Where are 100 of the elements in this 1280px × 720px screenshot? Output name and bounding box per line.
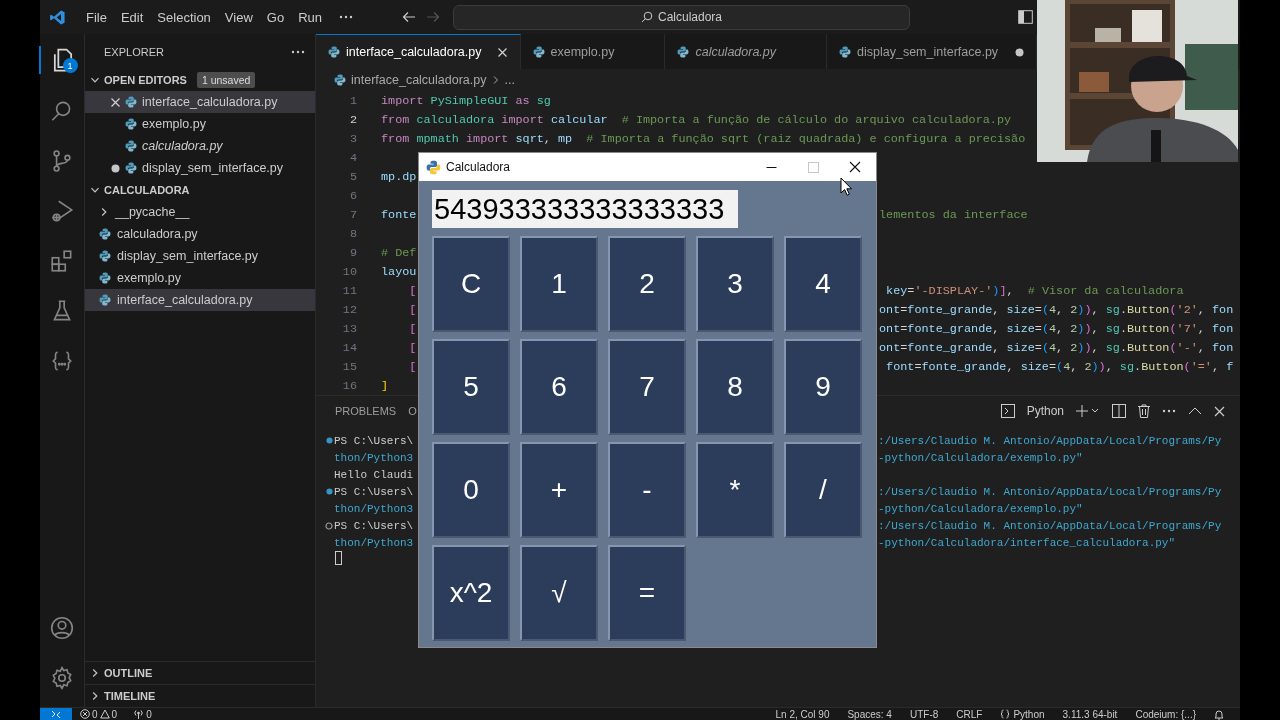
code-line: layou (381, 264, 417, 279)
keypad-button[interactable]: 2 (608, 236, 686, 332)
keypad-button[interactable]: / (784, 442, 862, 538)
section-header[interactable]: OPEN EDITORS (104, 74, 187, 86)
keypad-button[interactable]: 0 (432, 442, 510, 538)
code-line: ] (381, 378, 389, 393)
keypad-button[interactable]: 6 (520, 339, 598, 435)
sidebar-title: EXPLORER (104, 45, 164, 58)
line-number: 4 (348, 150, 357, 165)
menu-item[interactable]: Edit (113, 9, 151, 25)
keypad-button[interactable]: x^2 (432, 545, 510, 641)
status-item[interactable]: Codeium: {...} (1135, 708, 1196, 720)
code-line: font=fonte_grande, size=(4, 2)), sg.Button('=', f (885, 359, 1234, 374)
code-line: from mpmath import sqrt, mp # Importa a função sqrt (raiz quadrada) e configura a precisão (381, 131, 1026, 146)
code-line: # Def (381, 245, 417, 260)
file-tree-item[interactable]: __pycache__ (85, 201, 315, 223)
code-line: ont=fonte_grande, size=(4, 2)), sg.Button('-', fon (879, 340, 1234, 355)
line-number: 10 (341, 264, 357, 279)
keypad-button[interactable]: = (608, 545, 686, 641)
file-tree-item[interactable]: exemplo.py (85, 267, 315, 289)
line-number: 11 (341, 283, 357, 298)
line-number: 12 (341, 302, 357, 317)
line-number: 5 (348, 169, 357, 184)
code-line: fonte (381, 207, 417, 222)
keypad-button[interactable]: 9 (784, 339, 862, 435)
file-tree-item[interactable]: calculadora.py (85, 223, 315, 245)
status-item[interactable]: Python (1013, 708, 1045, 720)
code-line: mp.dp (381, 169, 417, 184)
terminal-name[interactable]: Python (1026, 404, 1064, 418)
terminal-line: :/Users/Claudio M. Antonio/AppData/Local/Programs/Py (878, 485, 1222, 498)
ports-count[interactable]: 0 (146, 708, 152, 720)
file-tree-item[interactable]: interface_calculadora.py (85, 289, 315, 311)
keypad-button[interactable]: + (520, 442, 598, 538)
open-editor-item[interactable]: calculadora.py (85, 135, 315, 157)
keypad-button[interactable]: 1 (520, 236, 598, 332)
menu-item[interactable]: File (79, 9, 114, 25)
line-number: 3 (348, 131, 357, 146)
keypad-button[interactable]: * (696, 442, 774, 538)
keypad-button[interactable]: - (608, 442, 686, 538)
status-item[interactable]: Ln 2, Col 90 (775, 708, 830, 720)
unsaved-badge: 1 unsaved (196, 72, 256, 88)
terminal-line: :/Users/Claudio M. Antonio/AppData/Local/Programs/Py (878, 519, 1222, 532)
code-line: key='-DISPLAY-')], # Visor da calculadora (885, 283, 1184, 298)
open-editor-item[interactable]: exemplo.py (85, 113, 315, 135)
breadcrumb-item[interactable]: ... (504, 73, 515, 87)
line-number: 8 (348, 226, 357, 241)
status-item[interactable]: 3.11.3 64-bit (1062, 708, 1118, 720)
keypad-button[interactable]: 4 (784, 236, 862, 332)
line-number: 13 (341, 321, 357, 336)
breadcrumb-item[interactable]: interface_calculadora.py (351, 73, 487, 87)
code-line: [ (408, 283, 417, 298)
terminal-line: :/Users/Claudio M. Antonio/AppData/Local/Programs/Py (878, 434, 1222, 447)
line-number: 9 (348, 245, 357, 260)
section-header[interactable]: TIMELINE (104, 690, 156, 702)
menu-item[interactable]: Selection (150, 9, 218, 25)
terminal-line: -python/Calculadora/interface_calculadora.py" (878, 536, 1176, 549)
section-header[interactable]: CALCULADORA (104, 184, 190, 196)
keypad-button[interactable]: 8 (696, 339, 774, 435)
code-line: [ (408, 321, 417, 336)
line-number: 16 (341, 378, 357, 393)
terminal-line: thon/Python3 (334, 536, 414, 549)
status-item[interactable]: Spaces: 4 (847, 708, 892, 720)
keypad-button[interactable]: 3 (696, 236, 774, 332)
line-number: 14 (341, 340, 357, 355)
file-tree-item[interactable]: display_sem_interface.py (85, 245, 315, 267)
panel-tab[interactable]: PROBLEMS (335, 404, 397, 418)
code-line: [ (408, 302, 417, 317)
keypad-button[interactable]: 7 (608, 339, 686, 435)
status-item[interactable]: UTF-8 (909, 708, 939, 720)
panel-tab[interactable]: O (408, 404, 417, 418)
open-editor-item[interactable]: interface_calculadora.py (85, 91, 315, 113)
menu-item[interactable]: View (217, 9, 260, 25)
keypad-button[interactable]: 5 (432, 339, 510, 435)
line-number: 1 (348, 93, 357, 108)
menu-item[interactable]: Run (291, 9, 329, 25)
code-line: from calculadora import calcular # Importa a função de cálculo do arquivo calculadora.py (381, 112, 1012, 127)
keypad-button[interactable]: C (432, 236, 510, 332)
terminal-line: Hello Claudi (334, 468, 414, 481)
line-number: 7 (348, 207, 357, 222)
line-number: 6 (348, 188, 357, 203)
status-item[interactable]: CRLF (956, 708, 983, 720)
code-line: lementos da interface (879, 207, 1028, 222)
notification-badge: 1 (62, 58, 78, 73)
keypad-button[interactable]: √ (520, 545, 598, 641)
code-line: [ (408, 359, 417, 374)
error-count[interactable]: 0 (92, 708, 98, 720)
terminal-line: -python/Calculadora/exemplo.py" (878, 502, 1083, 515)
code-line: ont=fonte_grande, size=(4, 2)), sg.Button('7', fon (879, 321, 1234, 336)
code-line: ont=fonte_grande, size=(4, 2)), sg.Button('2', fon (879, 302, 1234, 317)
open-editor-item[interactable]: display_sem_interface.py (85, 157, 315, 179)
editor-tab[interactable]: interface_calculadora.py (316, 34, 521, 69)
terminal-line: -python/Calculadora/exemplo.py" (878, 451, 1083, 464)
terminal-line: thon/Python3 (334, 451, 414, 464)
display-field[interactable]: 543933333333333333 (432, 190, 738, 228)
warning-count[interactable]: 0 (111, 708, 118, 720)
code-line: [ (408, 340, 417, 355)
terminal-line: PS C:\Users\ (334, 519, 414, 532)
command-center-search[interactable]: Calculadora (453, 4, 910, 30)
section-header[interactable]: OUTLINE (104, 667, 153, 679)
menu-item[interactable]: Go (259, 9, 292, 25)
